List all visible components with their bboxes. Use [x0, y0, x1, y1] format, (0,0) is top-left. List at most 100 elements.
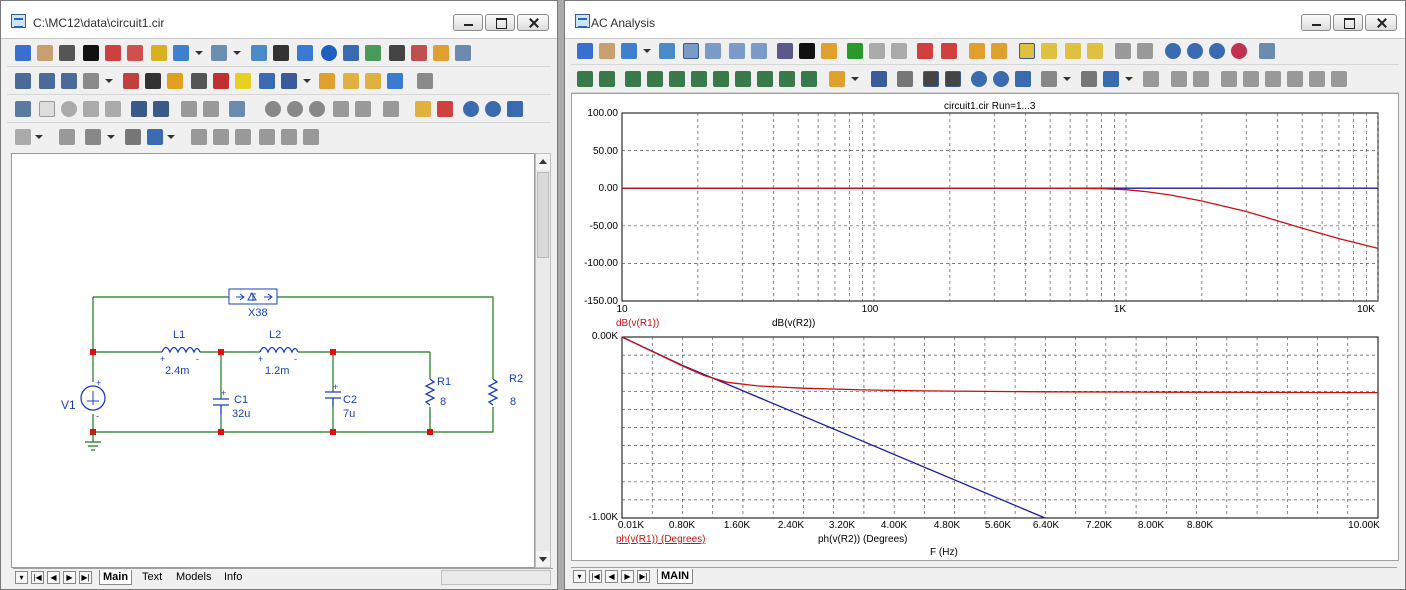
pattern-icon[interactable] — [85, 129, 101, 145]
component-a-icon[interactable] — [15, 73, 31, 89]
tab-main[interactable]: Main — [99, 570, 133, 585]
paste-icon[interactable] — [203, 101, 219, 117]
front-icon[interactable] — [1171, 71, 1187, 87]
cursor-right-icon[interactable] — [599, 71, 615, 87]
r2-resistor[interactable]: R2 8 — [487, 373, 523, 408]
view-2-icon[interactable] — [1041, 43, 1057, 59]
line-style-icon[interactable] — [15, 129, 31, 145]
minimize-button[interactable] — [453, 14, 483, 31]
nav-down-button[interactable]: ▾ — [573, 570, 586, 583]
l1-inductor[interactable]: L1 2.4m + - — [160, 329, 201, 377]
schematic-canvas[interactable]: T X38 L1 2.4m + - L2 1.2m + - C1 32u + C… — [11, 153, 535, 568]
chevron-down-icon[interactable] — [167, 135, 175, 139]
global-high-icon[interactable] — [735, 71, 751, 87]
zoom-in-icon[interactable] — [971, 71, 987, 87]
nav-first-button[interactable]: |◀ — [31, 571, 44, 584]
pan-icon[interactable] — [37, 45, 53, 61]
more-icon[interactable] — [309, 101, 325, 117]
zoom-in-icon[interactable] — [463, 101, 479, 117]
table-icon[interactable] — [273, 45, 289, 61]
move-icon[interactable] — [387, 73, 403, 89]
chevron-down-icon[interactable] — [1063, 77, 1071, 81]
function-icon[interactable] — [777, 43, 793, 59]
text-icon[interactable] — [799, 43, 815, 59]
copy-icon[interactable] — [181, 101, 197, 117]
high-icon[interactable] — [1209, 43, 1225, 59]
view-3-icon[interactable] — [1065, 43, 1081, 59]
pin-icon[interactable] — [213, 73, 229, 89]
page-icon[interactable] — [319, 73, 335, 89]
help-icon[interactable] — [343, 45, 359, 61]
picture-icon[interactable] — [251, 45, 267, 61]
high-find-icon[interactable] — [669, 71, 685, 87]
font-icon[interactable] — [125, 129, 141, 145]
fit-icon[interactable] — [923, 71, 939, 87]
ac-titlebar[interactable]: AC Analysis — [565, 1, 1405, 39]
view-1-icon[interactable] — [1019, 43, 1035, 59]
align-left-icon[interactable] — [191, 129, 207, 145]
font-icon[interactable] — [1081, 71, 1097, 87]
list-icon[interactable] — [871, 71, 887, 87]
fill-icon[interactable] — [1143, 71, 1159, 87]
chevron-down-icon[interactable] — [107, 135, 115, 139]
peak-find-icon[interactable] — [625, 71, 641, 87]
low-find-icon[interactable] — [691, 71, 707, 87]
settings-icon[interactable] — [417, 73, 433, 89]
align-center-icon[interactable] — [1243, 71, 1259, 87]
nav-last-button[interactable]: ▶| — [637, 570, 650, 583]
properties-icon[interactable] — [821, 43, 837, 59]
node-numbers-icon[interactable] — [61, 73, 77, 89]
c2-capacitor[interactable]: C2 7u + — [325, 382, 357, 420]
schematic-titlebar[interactable]: C:\MC12\data\circuit1.cir — [1, 1, 557, 39]
plot-area[interactable]: circuit1.cir Run=1...3 100.00 50.00 0.00… — [571, 93, 1399, 561]
zoom-fit-icon[interactable] — [507, 101, 523, 117]
scroll-up-arrow[interactable] — [536, 154, 550, 170]
align-bottom-icon[interactable] — [303, 129, 319, 145]
scroll-down-arrow[interactable] — [536, 551, 550, 567]
back-icon[interactable] — [1193, 71, 1209, 87]
checkbox-icon[interactable] — [389, 45, 405, 61]
stop-icon[interactable] — [287, 101, 303, 117]
r1-resistor[interactable]: R1 8 — [424, 376, 451, 408]
circuit-diagram[interactable]: T X38 L1 2.4m + - L2 1.2m + - C1 32u + C… — [12, 154, 534, 567]
chevron-down-icon[interactable] — [303, 79, 311, 83]
copy-image-icon[interactable] — [621, 43, 637, 59]
find-icon[interactable] — [131, 101, 147, 117]
flag-icon[interactable] — [173, 45, 189, 61]
back-icon[interactable] — [355, 101, 371, 117]
align-right-icon[interactable] — [1265, 71, 1281, 87]
tab-models[interactable]: Models — [173, 570, 214, 585]
picture-icon[interactable] — [659, 43, 675, 59]
scale-y-icon[interactable] — [729, 43, 745, 59]
cursor-left-icon[interactable] — [577, 71, 593, 87]
align-top-icon[interactable] — [1287, 71, 1303, 87]
fill-icon[interactable] — [59, 129, 75, 145]
edit-icon[interactable] — [455, 45, 471, 61]
select-icon[interactable] — [577, 43, 593, 59]
line-icon[interactable] — [105, 45, 121, 61]
bottom-icon[interactable] — [801, 71, 817, 87]
zoom-out-icon[interactable] — [993, 71, 1009, 87]
data-points-icon[interactable] — [969, 43, 985, 59]
nav-next-button[interactable]: ▶ — [63, 571, 76, 584]
x38-component[interactable]: T X38 — [228, 288, 278, 319]
scale-x-icon[interactable] — [705, 43, 721, 59]
find-next-icon[interactable] — [153, 101, 169, 117]
global-low-icon[interactable] — [757, 71, 773, 87]
peak-icon[interactable] — [1165, 43, 1181, 59]
info-probe-icon[interactable] — [127, 45, 143, 61]
chart-canvas[interactable] — [572, 94, 1398, 560]
valley-icon[interactable] — [1187, 43, 1203, 59]
properties-icon[interactable] — [411, 45, 427, 61]
align-right-icon[interactable] — [235, 129, 251, 145]
align-center-icon[interactable] — [213, 129, 229, 145]
mirror-icon[interactable] — [83, 101, 99, 117]
inflection-icon[interactable] — [713, 71, 729, 87]
warning-icon[interactable] — [235, 73, 251, 89]
chevron-down-icon[interactable] — [851, 77, 859, 81]
group-icon[interactable] — [383, 101, 399, 117]
nav-prev-button[interactable]: ◀ — [47, 571, 60, 584]
rotate-icon[interactable] — [61, 101, 77, 117]
horizontal-icon[interactable] — [1115, 43, 1131, 59]
v1-source[interactable]: V1 + - — [61, 378, 106, 421]
